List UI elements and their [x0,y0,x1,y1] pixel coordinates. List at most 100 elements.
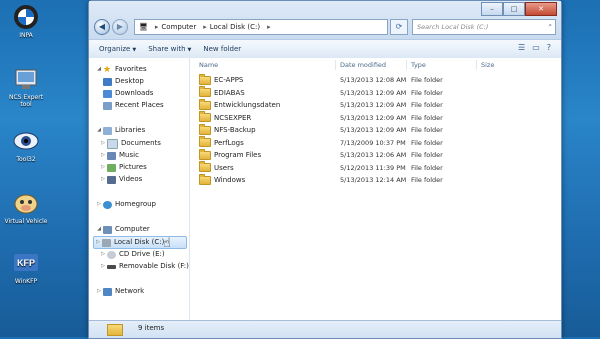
nav-cd-drive[interactable]: ▷ CD Drive (E:) [99,249,165,260]
file-type: File folder [411,76,443,85]
file-name-cell: EDIABAS [199,86,245,98]
file-name-cell: Windows [199,173,245,185]
file-name: NCSEXPER [214,113,252,122]
maximize-button[interactable]: □ [503,2,525,16]
column-header-date-modified[interactable]: Date modified [340,61,386,69]
tool32-eye-icon [13,128,39,154]
change-view-icon[interactable]: ☰ [518,43,525,52]
column-divider[interactable] [476,60,477,70]
nav-homegroup[interactable]: ▷ Homegroup [95,199,156,210]
nav-local-disk[interactable]: ▷ Local Disk (C:) [93,236,187,249]
table-row[interactable]: NFS-Backup 5/13/2013 12:09 AM File folder [190,123,561,137]
nav-documents[interactable]: ▷ Documents [99,138,161,149]
nav-network[interactable]: ▷ Network [95,286,144,297]
expand-icon: ◢ [97,66,101,72]
file-name: NFS-Backup [214,126,256,135]
nav-libraries[interactable]: ◢ Libraries [95,125,145,136]
navigation-row: ◀ ▶ 🖥 ▸ Computer ▸ Local Disk (C:) ▸ ⟳ S… [94,19,556,35]
folder-icon [199,148,211,160]
navigation-pane: ◢ ★ Favorites Desktop Downloads Recent Pla… [89,58,190,321]
desktop-icon-ncs-expert[interactable]: NCS Expert tool [4,66,48,108]
desktop-icon-virtual-vehicle[interactable]: Virtual Vehicle [4,190,48,225]
file-type: File folder [411,101,443,110]
table-row[interactable]: EC-APPS 5/13/2013 12:08 AM File folder [190,73,561,87]
file-type: File folder [411,126,443,135]
computer-icon: 🖥 [139,23,148,31]
nav-pictures[interactable]: ▷ Pictures [99,162,147,173]
expand-icon: ▷ [97,201,101,207]
file-date: 5/12/2013 11:39 PM [340,163,406,172]
column-header-type[interactable]: Type [411,61,426,69]
table-row[interactable]: Users 5/12/2013 11:39 PM File folder [190,161,561,175]
column-header-size[interactable]: Size [481,61,494,69]
table-row[interactable]: NCSEXPER 5/13/2013 12:09 AM File folder [190,111,561,125]
folder-icon [199,123,211,135]
organize-button[interactable]: Organize ▼ [99,45,136,53]
file-date: 5/13/2013 12:06 AM [340,151,407,160]
column-divider[interactable] [406,60,407,70]
column-header-name[interactable]: Name [199,61,218,69]
caption-buttons: – □ ✕ [481,2,557,16]
file-name-cell: PerfLogs [199,136,244,148]
expand-icon: ▷ [101,263,105,269]
chevron-right-icon: ▸ [154,23,159,31]
table-row[interactable]: Windows 5/13/2013 12:14 AM File folder [190,173,561,187]
computer-icon [103,225,112,234]
file-date: 5/13/2013 12:09 AM [340,88,407,97]
breadcrumb-local-disk[interactable]: Local Disk (C:) [210,23,260,31]
table-row[interactable]: PerfLogs 7/13/2009 10:37 PM File folder [190,136,561,150]
file-list: Name Date modified Type Size EC-APPS 5/13… [190,58,561,321]
hand-cursor-icon: ☝ [163,236,171,251]
folder-icon [199,161,211,173]
file-type: File folder [411,88,443,97]
nav-recent-places[interactable]: Recent Places [103,100,164,111]
explorer-window: – □ ✕ ◀ ▶ 🖥 ▸ Computer ▸ Local Disk (C:)… [88,0,562,339]
title-bar: – □ ✕ ◀ ▶ 🖥 ▸ Computer ▸ Local Disk (C:)… [89,1,561,39]
close-button[interactable]: ✕ [525,2,557,16]
nav-desktop[interactable]: Desktop [103,76,144,87]
documents-icon [107,138,118,149]
desktop-icon-tool32[interactable]: Tool32 [4,128,48,163]
file-type: File folder [411,151,443,160]
back-button[interactable]: ◀ [94,19,110,35]
table-row[interactable]: EDIABAS 5/13/2013 12:09 AM File folder [190,86,561,100]
star-icon: ★ [103,64,112,75]
desktop-icon-winkfp[interactable]: KFP WinKFP [4,250,48,285]
share-with-button[interactable]: Share with ▼ [148,45,191,53]
table-row[interactable]: Entwicklungsdaten 5/13/2013 12:09 AM File … [190,98,561,112]
search-input[interactable]: Search Local Disk (C:) ⌕ [412,19,556,35]
column-divider[interactable] [335,60,336,70]
nav-videos[interactable]: ▷ Videos [99,174,142,185]
search-icon: ⌕ [548,21,552,29]
refresh-button[interactable]: ⟳ [390,19,408,35]
expand-icon: ▷ [96,239,100,245]
file-type: File folder [411,176,443,185]
nav-downloads[interactable]: Downloads [103,88,153,99]
forward-button[interactable]: ▶ [112,19,128,35]
preview-pane-icon[interactable]: ▭ [532,43,540,52]
breadcrumb-computer[interactable]: Computer [161,23,196,31]
ncs-expert-icon [13,66,39,92]
address-bar[interactable]: 🖥 ▸ Computer ▸ Local Disk (C:) ▸ [134,19,388,35]
file-name-cell: Program Files [199,148,261,160]
file-date: 5/13/2013 12:09 AM [340,113,407,122]
nav-removable-disk[interactable]: ▷ Removable Disk (F:) [99,261,189,272]
file-date: 5/13/2013 12:09 AM [340,101,407,110]
chevron-right-icon: ▸ [267,23,271,31]
help-icon[interactable]: ? [547,43,551,52]
folder-icon [199,86,211,98]
expand-icon: ▷ [101,164,105,170]
minimize-button[interactable]: – [481,2,503,16]
folder-icon [199,173,211,185]
view-controls: ☰ ▭ ? [518,43,551,52]
nav-favorites[interactable]: ◢ ★ Favorites [95,64,147,75]
desktop-icon-inpa[interactable]: INPA [4,4,48,39]
file-name: EC-APPS [214,76,244,85]
file-name: Entwicklungsdaten [214,101,281,110]
file-name-cell: NFS-Backup [199,123,256,135]
nav-music[interactable]: ▷ Music [99,150,139,161]
chevron-right-icon: ▸ [203,23,207,31]
new-folder-button[interactable]: New folder [203,45,241,53]
table-row[interactable]: Program Files 5/13/2013 12:06 AM File fold… [190,148,561,162]
nav-computer[interactable]: ◢ Computer [95,224,150,235]
